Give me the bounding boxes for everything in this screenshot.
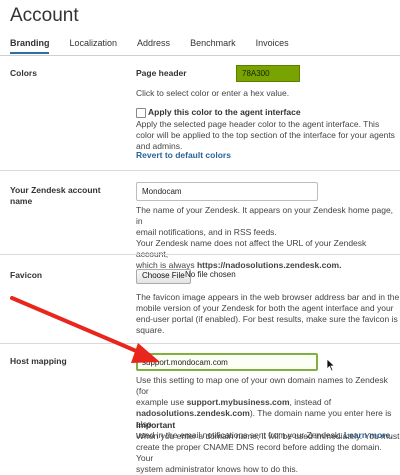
red-arrow-annotation (10, 296, 160, 363)
mouse-cursor-icon (326, 358, 336, 372)
important-line3: system administrator knows how to do thi… (136, 464, 299, 475)
